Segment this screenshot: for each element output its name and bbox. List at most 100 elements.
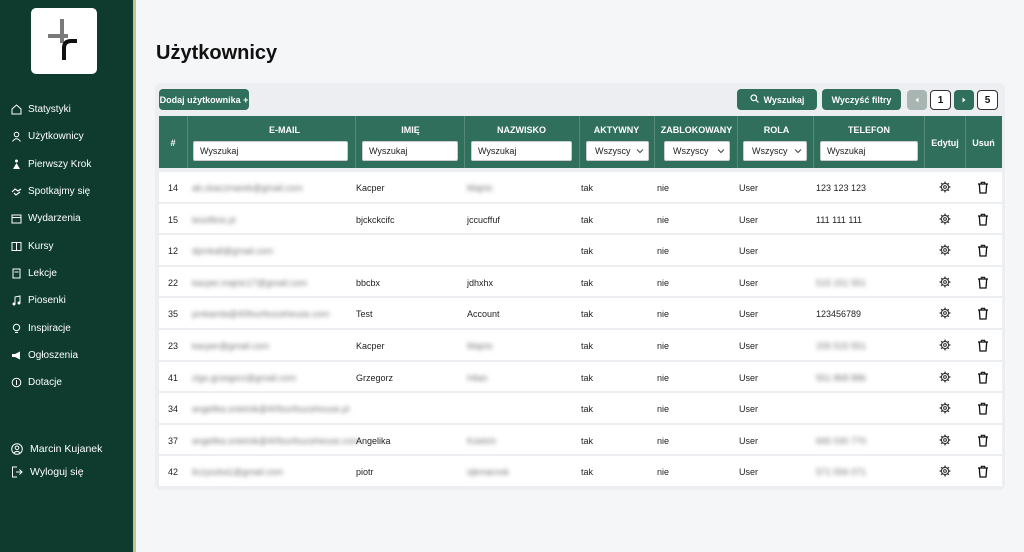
- col-header-edit: Edytuj: [931, 138, 959, 148]
- sidebar-item-pierwszy-krok[interactable]: Pierwszy Krok: [0, 151, 133, 178]
- gear-icon[interactable]: [939, 244, 951, 258]
- sidebar-item-uzytkownicy[interactable]: Użytkownicy: [0, 123, 133, 150]
- gear-icon[interactable]: [939, 465, 951, 479]
- user-icon: [11, 131, 22, 143]
- cell-first-name: bjckckcifc: [356, 214, 395, 225]
- active-filter-value: Wszyscy: [595, 146, 631, 156]
- trash-icon[interactable]: [977, 181, 989, 196]
- sidebar-item-wydarzenia[interactable]: Wydarzenia: [0, 205, 133, 232]
- coin-icon: [11, 377, 22, 388]
- sidebar-item-label: Statystyki: [28, 104, 71, 116]
- prev-page-button[interactable]: [907, 90, 927, 110]
- cell-blocked: nie: [657, 183, 670, 193]
- sidebar-item-label: Inspiracje: [28, 322, 71, 334]
- cell-id: 37: [168, 435, 179, 446]
- phone-filter-input[interactable]: Wyszukaj: [820, 141, 918, 161]
- cell-id: 23: [168, 340, 179, 351]
- trash-icon[interactable]: [977, 213, 989, 228]
- trash-icon[interactable]: [977, 307, 989, 322]
- last-name-filter-input[interactable]: Wyszukaj: [471, 141, 572, 161]
- home-icon: [11, 104, 22, 115]
- sidebar-item-piosenki[interactable]: Piosenki: [0, 287, 133, 314]
- cell-last-name: jccucffuf: [467, 214, 500, 225]
- col-header-phone: TELEFON: [848, 125, 890, 135]
- logout-button[interactable]: Wyloguj się: [0, 460, 133, 483]
- page-title: Użytkownicy: [156, 42, 278, 64]
- search-icon: [749, 94, 759, 105]
- search-button[interactable]: Wyszukaj: [737, 89, 817, 110]
- cell-id: 22: [168, 277, 179, 288]
- sidebar-item-inspiracje[interactable]: Inspiracje: [0, 314, 133, 341]
- chevron-down-icon: [636, 149, 644, 154]
- trash-icon[interactable]: [977, 371, 989, 386]
- cell-last-name: Majnic: [467, 340, 494, 351]
- table-row: 37 angelika.snietnik@40fourfouceheuse.com…: [159, 424, 1002, 457]
- cell-blocked: nie: [657, 214, 670, 225]
- header-divider: [355, 116, 356, 168]
- cell-email: kacper@gmail.com: [192, 340, 270, 351]
- next-page-button[interactable]: [954, 90, 974, 110]
- cell-role: User: [739, 309, 759, 320]
- table-body: 14 ab.ckaczmarek@gmail.com Kacper Majnic tak…: [159, 172, 1002, 488]
- table-row: 35 pmkamla@40fourfouceheuse.com Test Accoun…: [159, 298, 1002, 330]
- add-user-button[interactable]: Dodaj użytkownika +: [159, 89, 249, 110]
- cell-active: tak: [581, 372, 594, 383]
- header-divider: [813, 116, 814, 168]
- sidebar-item-statystyki[interactable]: Statystyki: [0, 96, 133, 123]
- clear-filters-button[interactable]: Wyczyść filtry: [822, 89, 901, 110]
- trash-icon[interactable]: [977, 276, 989, 291]
- cell-active: tak: [581, 214, 594, 225]
- sidebar-border: [133, 0, 136, 552]
- courses-icon: [11, 241, 22, 252]
- chevron-down-icon: [717, 149, 725, 154]
- lesson-icon: [11, 268, 22, 279]
- active-filter-select[interactable]: Wszyscy: [586, 141, 649, 161]
- sidebar-item-spotkajmy-sie[interactable]: Spotkajmy się: [0, 178, 133, 205]
- gear-icon[interactable]: [939, 307, 951, 321]
- sidebar-item-kursy[interactable]: Kursy: [0, 232, 133, 259]
- gear-icon[interactable]: [939, 181, 951, 195]
- trash-icon[interactable]: [977, 339, 989, 354]
- cell-email: angelika.snietnik@40fourfouceheuse.com: [192, 435, 360, 446]
- sidebar-item-lekcje[interactable]: Lekcje: [0, 260, 133, 287]
- cell-last-name: Ksielch: [467, 435, 497, 446]
- table-row: 12 dpmkall@gmail.com tak nie User: [159, 235, 1002, 267]
- cell-id: 35: [168, 309, 179, 320]
- email-filter-input[interactable]: Wyszukaj: [193, 141, 348, 161]
- gear-icon[interactable]: [939, 339, 951, 353]
- trash-icon[interactable]: [977, 244, 989, 259]
- trash-icon[interactable]: [977, 434, 989, 449]
- trash-icon[interactable]: [977, 465, 989, 480]
- gear-icon[interactable]: [939, 371, 951, 385]
- cell-active: tak: [581, 435, 594, 446]
- role-filter-select[interactable]: Wszyscy: [743, 141, 807, 161]
- gear-icon[interactable]: [939, 434, 951, 448]
- cell-active: tak: [581, 340, 594, 351]
- trash-icon[interactable]: [977, 402, 989, 417]
- header-divider: [924, 116, 925, 168]
- cell-role: User: [739, 183, 759, 193]
- megaphone-icon: [11, 350, 22, 361]
- cell-active: tak: [581, 183, 594, 193]
- sidebar-item-label: Pierwszy Krok: [28, 158, 92, 170]
- blocked-filter-select[interactable]: Wszyscy: [664, 141, 730, 161]
- first-name-filter-input[interactable]: Wyszukaj: [362, 141, 458, 161]
- col-header-blocked: ZABLOKOWANY: [660, 125, 733, 135]
- account-circle-icon: [11, 442, 23, 455]
- sidebar-item-dotacje[interactable]: Dotacje: [0, 369, 133, 396]
- sidebar-item-ogloszenia[interactable]: Ogłoszenia: [0, 342, 133, 369]
- cell-last-name: Majnic: [467, 183, 494, 193]
- gear-icon[interactable]: [939, 276, 951, 290]
- cell-phone: 111 111 111: [816, 214, 863, 225]
- app-logo[interactable]: [31, 8, 97, 74]
- total-pages-indicator[interactable]: 5: [977, 90, 998, 110]
- blocked-filter-value: Wszyscy: [673, 146, 709, 156]
- cell-email: kacper.majnic17@gmail.com: [192, 277, 308, 288]
- profile-link[interactable]: Marcin Kujanek: [0, 437, 133, 460]
- gear-icon[interactable]: [939, 402, 951, 416]
- gear-icon[interactable]: [939, 213, 951, 227]
- cell-email: angelika.snietnik@40fourfoucehouse.pl: [192, 404, 350, 415]
- cell-blocked: nie: [657, 467, 670, 478]
- chevron-down-icon: [794, 149, 802, 154]
- user-name: Marcin Kujanek: [30, 442, 103, 455]
